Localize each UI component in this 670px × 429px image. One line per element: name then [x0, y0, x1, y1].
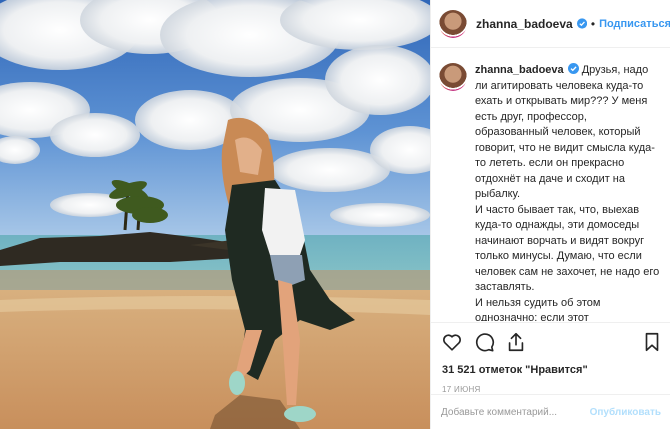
- publish-button[interactable]: Опубликовать: [590, 407, 661, 418]
- post-header: zhanna_badoeva • Подписаться: [431, 0, 670, 48]
- caption-body: Друзья, надо ли агитировать человека куд…: [475, 64, 660, 321]
- beach-photo-image: [0, 0, 430, 429]
- separator-dot: •: [590, 16, 596, 31]
- caption-username[interactable]: zhanna_badoeva: [475, 64, 564, 76]
- likes-count[interactable]: 31 521 отметок "Нравится": [442, 364, 588, 376]
- post-photo[interactable]: [0, 0, 430, 429]
- comment-form: Опубликовать: [431, 394, 670, 429]
- post-actions: 31 521 отметок "Нравится" 17 ИЮНЯ Опубли…: [431, 322, 670, 429]
- post-side-panel: zhanna_badoeva • Подписаться zhanna_bado…: [430, 0, 670, 429]
- caption-avatar[interactable]: [439, 63, 467, 91]
- caption-area: zhanna_badoeva Друзья, надо ли агитирова…: [431, 49, 670, 321]
- avatar[interactable]: [439, 9, 467, 38]
- heart-icon[interactable]: [441, 331, 463, 353]
- follow-button[interactable]: Подписаться: [599, 18, 670, 30]
- username-link[interactable]: zhanna_badoeva: [476, 17, 573, 31]
- post-date[interactable]: 17 ИЮНЯ: [442, 385, 481, 394]
- verified-badge-icon: [576, 18, 587, 29]
- comment-input[interactable]: [441, 407, 590, 418]
- comment-icon[interactable]: [473, 331, 495, 353]
- action-icons: [441, 331, 665, 355]
- share-icon[interactable]: [505, 331, 527, 353]
- verified-badge-icon: [567, 63, 579, 74]
- bookmark-icon[interactable]: [641, 331, 663, 353]
- caption: zhanna_badoeva Друзья, надо ли агитирова…: [475, 63, 661, 321]
